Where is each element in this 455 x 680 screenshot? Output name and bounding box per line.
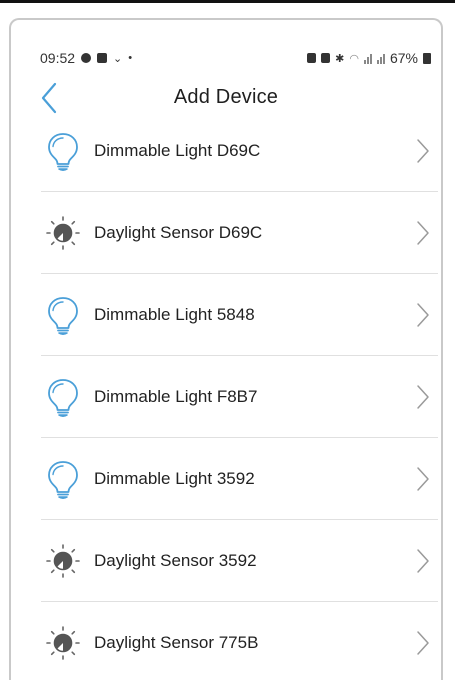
device-row[interactable]: Daylight Sensor D69C — [41, 192, 438, 274]
device-row[interactable]: Dimmable Light D69C — [41, 110, 438, 192]
device-label: Dimmable Light D69C — [94, 140, 261, 160]
device-label: Dimmable Light F8B7 — [94, 386, 258, 406]
top-rule — [0, 0, 455, 3]
lightbulb-icon — [41, 457, 85, 501]
dot-icon: • — [128, 52, 133, 64]
device-label: Dimmable Light 3592 — [94, 468, 255, 488]
lightbulb-icon — [41, 375, 85, 419]
daylight-sensor-icon — [41, 539, 85, 583]
device-label: Dimmable Light 5848 — [94, 304, 255, 324]
chevron-right-icon — [416, 220, 430, 246]
chevron-right-icon — [416, 138, 430, 164]
chevron-right-icon — [416, 384, 430, 410]
daylight-sensor-icon — [41, 211, 85, 255]
status-bar: 09:52 ⌄ • ✱ ◠ 67% — [11, 20, 441, 66]
device-label: Daylight Sensor D69C — [94, 222, 263, 242]
device-row[interactable]: Dimmable Light 3592 — [41, 438, 438, 520]
device-row[interactable]: Daylight Sensor 775B — [41, 602, 438, 680]
wifi-icon: ◠ — [349, 52, 359, 65]
battery-percent: 67% — [389, 50, 418, 66]
signal-icon — [363, 53, 372, 64]
phone-screen: 09:52 ⌄ • ✱ ◠ 67% Add Device Dimmable Li… — [9, 18, 443, 680]
lightbulb-icon — [41, 129, 85, 173]
chevron-check-icon: ⌄ — [113, 52, 123, 65]
device-row[interactable]: Dimmable Light 5848 — [41, 274, 438, 356]
signal-icon-2 — [376, 53, 385, 64]
device-label: Daylight Sensor 3592 — [94, 550, 257, 570]
device-label: Daylight Sensor 775B — [94, 632, 259, 652]
status-right: ✱ ◠ 67% — [307, 50, 431, 66]
daylight-sensor-icon — [41, 621, 85, 665]
status-left: 09:52 ⌄ • — [40, 50, 132, 66]
mute-icon — [321, 53, 331, 63]
gallery-icon — [97, 53, 108, 63]
bluetooth-icon: ✱ — [335, 52, 345, 65]
chevron-right-icon — [416, 466, 430, 492]
chevron-right-icon — [416, 548, 430, 574]
device-row[interactable]: Daylight Sensor 3592 — [41, 520, 438, 602]
chevron-right-icon — [416, 302, 430, 328]
notification-icon — [81, 53, 92, 63]
battery-icon — [423, 52, 431, 64]
status-time: 09:52 — [40, 50, 76, 66]
device-row[interactable]: Dimmable Light F8B7 — [41, 356, 438, 438]
page-title: Add Device — [173, 86, 279, 108]
chevron-right-icon — [416, 630, 430, 656]
device-list: Dimmable Light D69C Daylight Sensor D69C… — [41, 110, 438, 680]
lightbulb-icon — [41, 293, 85, 337]
nfc-icon — [307, 53, 317, 63]
